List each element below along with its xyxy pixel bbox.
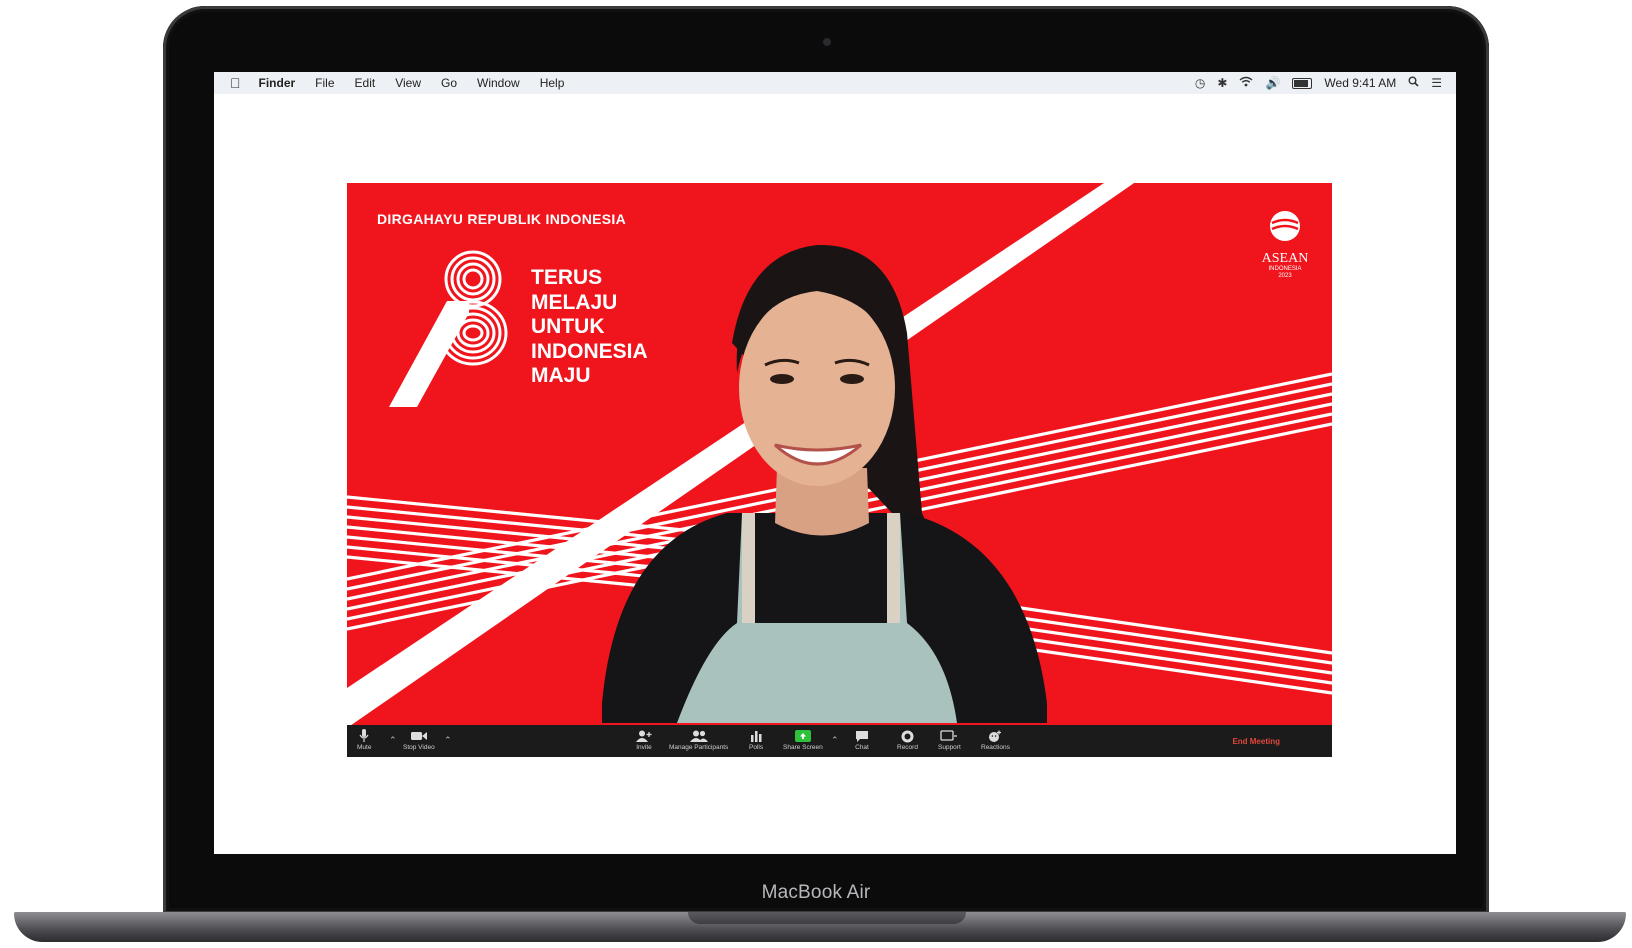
menu-app-name[interactable]: Finder	[249, 76, 306, 90]
device-label: MacBook Air	[761, 882, 871, 903]
chat-button[interactable]: Chat	[855, 728, 869, 751]
slogan-line: UNTUK	[531, 315, 605, 338]
asean-year: 2023	[1278, 273, 1292, 279]
video-camera-icon	[410, 728, 427, 744]
microphone-icon	[359, 728, 369, 744]
emoji-add-icon	[988, 728, 1002, 744]
manage-participants-button[interactable]: Manage Participants	[669, 728, 728, 751]
chat-bubble-icon	[855, 728, 869, 744]
invite-label: Invite	[636, 744, 652, 751]
laptop-hinge-notch	[688, 912, 966, 924]
slogan-line: TERUS	[531, 266, 603, 289]
audio-options-chevron-icon[interactable]: ⌃	[389, 735, 397, 746]
stop-video-label: Stop Video	[403, 744, 435, 751]
share-screen-icon	[794, 728, 811, 744]
menu-go[interactable]: Go	[431, 76, 467, 90]
control-center-icon[interactable]: ☰	[1431, 76, 1442, 90]
anniversary-78-logo	[381, 250, 508, 407]
wifi-icon[interactable]	[1239, 76, 1253, 90]
polls-button[interactable]: Polls	[749, 728, 763, 751]
video-options-chevron-icon[interactable]: ⌃	[444, 735, 452, 746]
record-label: Record	[897, 744, 918, 751]
share-screen-label: Share Screen	[783, 744, 823, 751]
meeting-window: DIRGAHAYU REPUBLIK INDONESIA TERUS MELAJ…	[347, 183, 1332, 757]
battery-icon[interactable]	[1292, 77, 1313, 89]
volume-icon[interactable]: 🔊	[1265, 76, 1280, 90]
menu-edit[interactable]: Edit	[345, 76, 386, 90]
asean-globe-icon	[1270, 211, 1300, 241]
chat-label: Chat	[855, 744, 869, 751]
asean-country: INDONESIA	[1268, 266, 1302, 272]
time-machine-icon[interactable]: ◷	[1195, 76, 1205, 90]
support-label: Support	[938, 744, 961, 751]
menu-file[interactable]: File	[305, 76, 344, 90]
virtual-background	[347, 183, 1332, 728]
screen:  Finder File Edit View Go Window Help ◷…	[214, 72, 1456, 854]
slogan-line: MELAJU	[531, 290, 618, 314]
background-title: DIRGAHAYU REPUBLIK INDONESIA	[377, 211, 627, 227]
stop-video-button[interactable]: Stop Video	[403, 728, 435, 751]
support-screen-icon	[940, 728, 958, 744]
meeting-toolbar: Mute ⌃ Stop Video ⌃ Invite Manage Partic…	[347, 725, 1332, 757]
record-button[interactable]: Record	[897, 728, 918, 751]
slogan-line: INDONESIA	[531, 339, 648, 363]
asean-badge: ASEAN INDONESIA 2023	[1255, 209, 1315, 280]
share-screen-button[interactable]: Share Screen	[783, 728, 823, 751]
slogan-line: MAJU	[531, 364, 591, 387]
manage-participants-label: Manage Participants	[669, 744, 729, 751]
invite-button[interactable]: Invite	[636, 728, 652, 751]
spotlight-icon[interactable]	[1408, 76, 1419, 90]
add-person-icon	[636, 728, 652, 744]
menu-window[interactable]: Window	[467, 76, 530, 90]
menu-view[interactable]: View	[385, 76, 431, 90]
background-slogan: TERUS MELAJU UNTUK INDONESIA MAJU	[531, 266, 648, 389]
support-button[interactable]: Support	[938, 728, 961, 751]
asean-name: ASEAN	[1261, 251, 1309, 266]
webcam	[823, 38, 831, 46]
menu-clock[interactable]: Wed 9:41 AM	[1324, 76, 1396, 90]
mute-button[interactable]: Mute	[357, 728, 371, 751]
reactions-label: Reactions	[981, 744, 1010, 751]
record-icon	[901, 728, 914, 744]
mute-label: Mute	[357, 744, 372, 751]
polls-label: Polls	[749, 744, 764, 751]
menu-bar:  Finder File Edit View Go Window Help ◷…	[214, 72, 1456, 94]
apple-icon[interactable]: 	[224, 75, 249, 91]
bar-chart-icon	[750, 728, 762, 744]
participants-icon	[689, 728, 708, 744]
bluetooth-icon[interactable]: ✱	[1217, 76, 1227, 90]
end-meeting-button[interactable]: End Meeting	[1232, 737, 1280, 746]
reactions-button[interactable]: Reactions	[981, 728, 1010, 751]
share-options-chevron-icon[interactable]: ⌃	[831, 735, 839, 746]
menu-help[interactable]: Help	[530, 76, 575, 90]
